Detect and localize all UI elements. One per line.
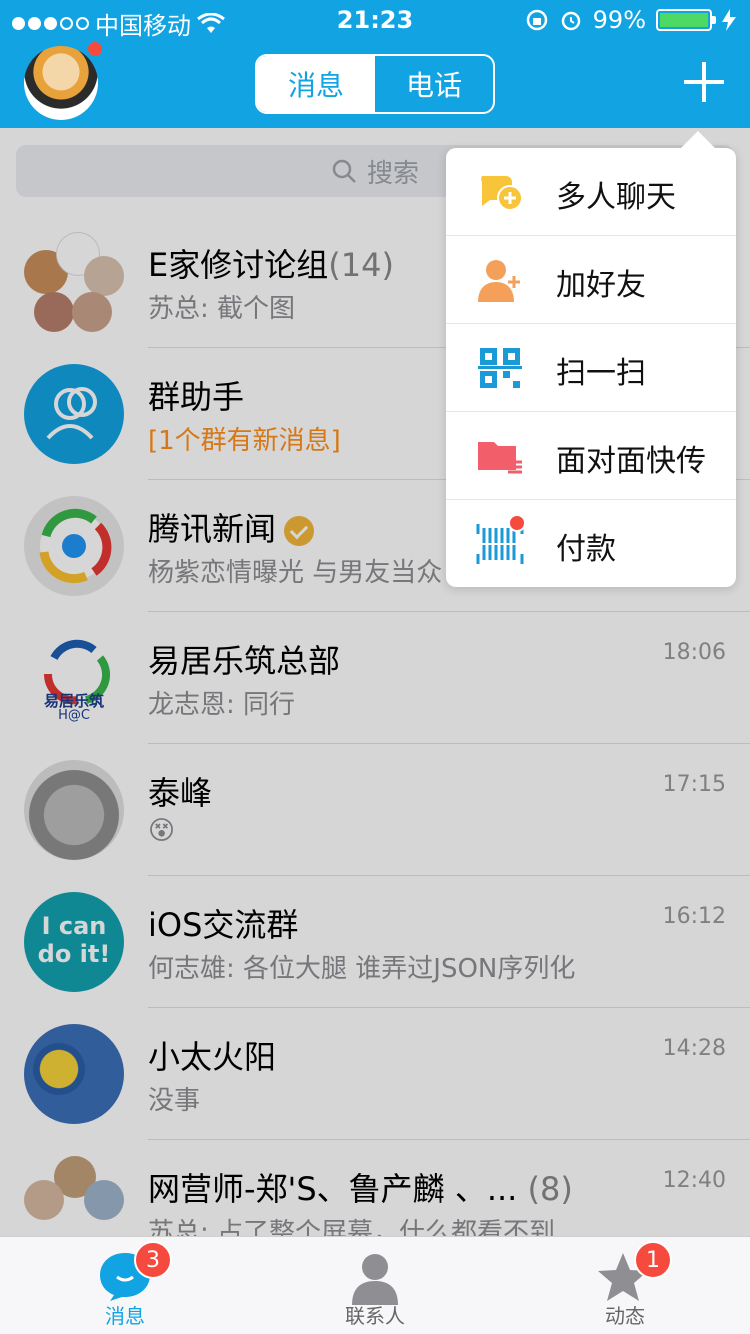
face-to-face-icon [478, 442, 522, 474]
menu-item-scan[interactable]: 扫一扫 [446, 324, 736, 412]
contacts-icon [352, 1254, 398, 1305]
menu-item-face-to-face[interactable]: 面对面快传 [446, 412, 736, 500]
tab-messages[interactable]: 消息 [257, 56, 375, 112]
tab-label: 联系人 [345, 1304, 405, 1328]
charging-icon [722, 9, 736, 31]
orientation-lock-icon [526, 9, 547, 31]
menu-item-label: 付款 [556, 532, 616, 567]
menu-item-payment[interactable]: 付款 [446, 500, 736, 588]
battery-percent: 99% [592, 6, 646, 34]
plus-icon[interactable] [684, 62, 724, 102]
qr-scan-icon [478, 348, 522, 388]
battery-icon [656, 9, 716, 31]
menu-item-group-chat[interactable]: 多人聊天 [446, 148, 736, 236]
menu-item-add-friend[interactable]: 加好友 [446, 236, 736, 324]
tab-label: 动态 [605, 1304, 645, 1328]
tab-label: 消息 [105, 1304, 145, 1328]
menu-item-label: 面对面快传 [556, 444, 706, 479]
menu-item-label: 加好友 [556, 268, 646, 303]
tab-calls[interactable]: 电话 [375, 56, 493, 112]
menu-item-label: 扫一扫 [556, 356, 646, 391]
add-friend-icon [478, 260, 520, 302]
app-header: 中国移动 21:23 99% 消息 电话 [0, 0, 750, 128]
tab-messages-bottom[interactable]: 3 消息 [0, 1237, 250, 1334]
avatar-notification-dot [86, 40, 104, 58]
status-right: 99% [525, 6, 736, 34]
tab-contacts[interactable]: 联系人 [250, 1237, 500, 1334]
my-avatar[interactable] [24, 46, 98, 120]
unread-badge: 3 [134, 1241, 172, 1279]
payment-notification-dot [508, 514, 526, 532]
unread-badge: 1 [634, 1241, 672, 1279]
tab-bar: 3 消息 联系人 1 动态 [0, 1236, 750, 1334]
menu-item-label: 多人聊天 [556, 180, 676, 215]
status-bar: 中国移动 21:23 99% [0, 0, 750, 40]
group-chat-icon [481, 176, 523, 211]
tab-moments[interactable]: 1 动态 [500, 1237, 750, 1334]
segmented-control: 消息 电话 [255, 54, 495, 114]
alarm-icon [561, 11, 580, 31]
plus-popup-menu: 多人聊天 加好友 扫一扫 面对面快传 付款 [446, 131, 736, 588]
